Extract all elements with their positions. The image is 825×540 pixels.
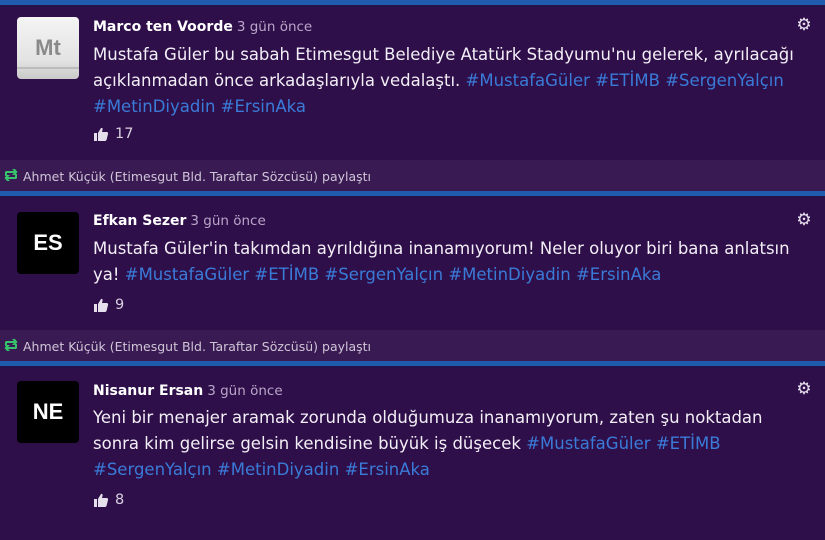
post-text: Mustafa Güler bu sabah Etimesgut Belediy… [93, 42, 813, 120]
hashtag-link[interactable]: #ETİMB [656, 434, 721, 453]
post-header: Nisanur Ersan 3 gün önce [93, 383, 283, 399]
post-accent-bar [0, 191, 825, 198]
post-header: Efkan Sezer 3 gün önce [93, 213, 266, 229]
gear-icon[interactable]: ⚙ [795, 211, 813, 229]
hashtag-link[interactable]: #MetinDiyadin [448, 265, 570, 284]
share-notice: Ahmet Küçük (Etimesgut Bld. Taraftar Söz… [3, 168, 371, 185]
hashtag-link[interactable]: #ErsinAka [221, 97, 306, 116]
thumbs-up-icon [93, 126, 109, 142]
avatar[interactable]: ES [17, 212, 79, 274]
post-accent-bar [0, 361, 825, 368]
author-name[interactable]: Marco ten Voorde [93, 19, 233, 35]
hashtag-link[interactable]: #ErsinAka [576, 265, 661, 284]
post-text: Yeni bir menajer aramak zorunda olduğumu… [93, 405, 813, 483]
like-button[interactable]: 8 [93, 492, 124, 508]
post-card: Mt Marco ten Voorde 3 gün önce ⚙ Mustafa … [0, 0, 825, 160]
avatar-initials: Mt [35, 35, 61, 60]
avatar-initials: NE [32, 399, 64, 424]
like-button[interactable]: 9 [93, 297, 124, 313]
post-time: 3 gün önce [207, 383, 283, 399]
author-name[interactable]: Efkan Sezer [93, 213, 186, 229]
hashtag-link[interactable]: #SergenYalçın [93, 460, 212, 479]
like-count: 9 [115, 297, 125, 313]
like-count: 8 [115, 492, 125, 508]
hashtag-link[interactable]: #ErsinAka [345, 460, 430, 479]
avatar-initials: ES [33, 230, 63, 255]
avatar[interactable]: NE [17, 381, 79, 443]
hashtag-link[interactable]: #MustafaGüler [466, 71, 590, 90]
share-notice: Ahmet Küçük (Etimesgut Bld. Taraftar Söz… [3, 338, 371, 355]
gear-icon[interactable]: ⚙ [795, 16, 813, 34]
like-button[interactable]: 17 [93, 126, 133, 142]
hashtag-link[interactable]: #MetinDiyadin [217, 460, 339, 479]
share-text[interactable]: Ahmet Küçük (Etimesgut Bld. Taraftar Söz… [23, 339, 371, 354]
share-text[interactable]: Ahmet Küçük (Etimesgut Bld. Taraftar Söz… [23, 169, 371, 184]
hashtag-link[interactable]: #MetinDiyadin [93, 97, 215, 116]
hashtag-link[interactable]: #ETİMB [595, 71, 660, 90]
retweet-icon [3, 338, 19, 355]
hashtag-link[interactable]: #SergenYalçın [665, 71, 784, 90]
post-header: Marco ten Voorde 3 gün önce [93, 19, 312, 35]
hashtag-link[interactable]: #ETİMB [254, 265, 319, 284]
post-text: Mustafa Güler'in takımdan ayrıldığına in… [93, 236, 813, 288]
hashtag-link[interactable]: #SergenYalçın [324, 265, 443, 284]
post-time: 3 gün önce [190, 213, 266, 229]
hashtag-link[interactable]: #MustafaGüler [125, 265, 249, 284]
post-card: NE Nisanur Ersan 3 gün önce ⚙ Yeni bir me… [0, 361, 825, 540]
author-name[interactable]: Nisanur Ersan [93, 383, 203, 399]
thumbs-up-icon [93, 492, 109, 508]
thumbs-up-icon [93, 297, 109, 313]
post-time: 3 gün önce [236, 19, 313, 35]
avatar[interactable]: Mt [17, 17, 79, 79]
post-accent-bar [0, 0, 825, 7]
gear-icon[interactable]: ⚙ [795, 380, 813, 398]
like-count: 17 [115, 126, 134, 142]
post-card: ES Efkan Sezer 3 gün önce ⚙ Mustafa Güler… [0, 191, 825, 330]
retweet-icon [3, 168, 19, 185]
hashtag-link[interactable]: #MustafaGüler [526, 434, 650, 453]
